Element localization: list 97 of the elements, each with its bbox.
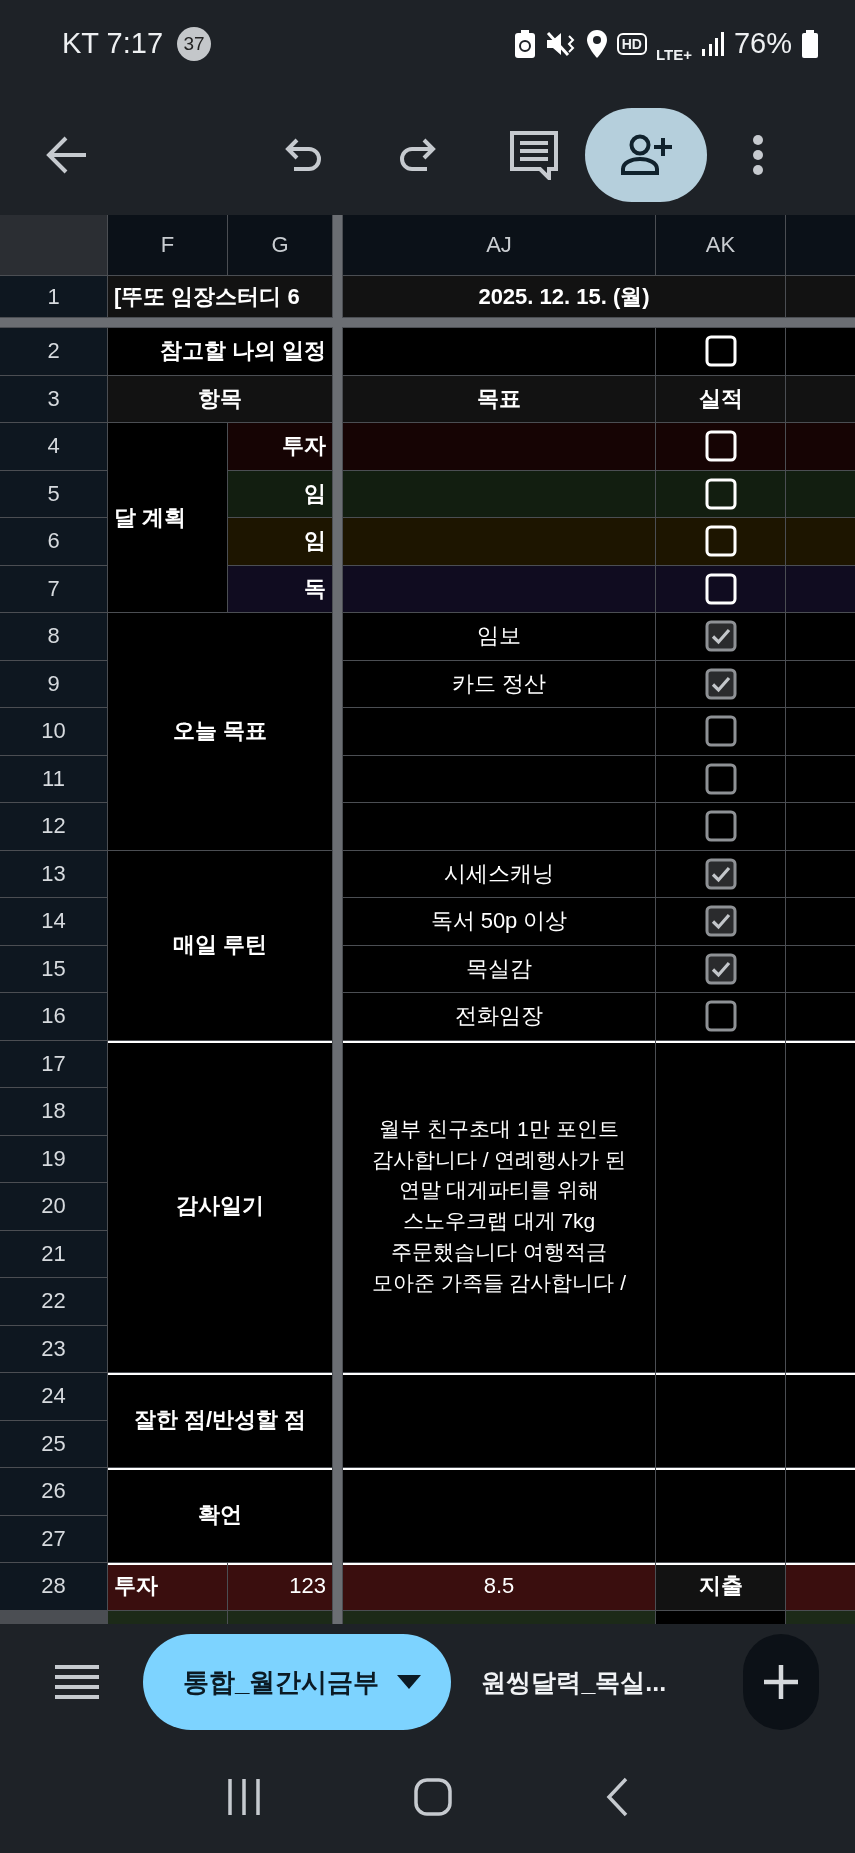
checkbox[interactable] [704, 952, 737, 985]
row-number[interactable]: 5 [0, 470, 107, 517]
sheet-list-button[interactable] [55, 1664, 99, 1700]
back-icon[interactable] [604, 1776, 629, 1817]
row-number[interactable]: 19 [0, 1135, 107, 1182]
plus-icon [764, 1665, 798, 1699]
row-number[interactable]: 15 [0, 945, 107, 992]
row-number[interactable]: 6 [0, 518, 107, 565]
table-cell: 달 계획 [108, 423, 227, 612]
table-cell: 확언 [108, 1468, 332, 1562]
table-cell: 전화임장 [343, 993, 655, 1040]
column-header[interactable]: AJ [343, 215, 655, 275]
row-number[interactable]: 16 [0, 993, 107, 1040]
journal-text: 월부 친구초대 1만 포인트 감사합니다 / 연례행사가 된 연말 대게파티를 위해 스노우크랩 대게 7kg 주문했습니다 여행적금 모아준 가족들 감사합니다 / [343, 1040, 655, 1372]
table-cell: 오늘 목표 [108, 613, 332, 850]
battery-percent: 76% [733, 27, 792, 60]
checkbox[interactable] [704, 715, 737, 748]
notification-count: 37 [177, 26, 212, 61]
checkbox[interactable] [704, 905, 737, 938]
back-arrow-icon [44, 135, 88, 175]
table-cell: 독서 50p 이상 [343, 898, 655, 945]
back-button[interactable] [44, 135, 88, 175]
column-header[interactable]: F [108, 215, 227, 275]
hd-indicator: HD [616, 32, 647, 55]
table-cell: 123 [228, 1563, 332, 1610]
row-number[interactable]: 14 [0, 898, 107, 945]
column-header[interactable]: G [228, 215, 332, 275]
row-number[interactable]: 9 [0, 660, 107, 707]
menu-icon [55, 1664, 99, 1700]
table-cell: 매일 루틴 [108, 850, 332, 1040]
table-cell: 임 [228, 518, 332, 565]
checkbox[interactable] [704, 810, 737, 843]
table-cell: 카드 정산 [343, 660, 655, 707]
checkbox[interactable] [704, 1000, 737, 1033]
row-number[interactable]: 28 [0, 1563, 107, 1610]
table-cell: 항목 [108, 375, 332, 422]
checkbox[interactable] [704, 620, 737, 653]
battery-saver-icon [513, 28, 536, 59]
row-number[interactable]: 17 [0, 1040, 107, 1087]
table-cell: 임보 [343, 613, 655, 660]
table-cell: 지출 [656, 1563, 785, 1610]
row-number[interactable]: 22 [0, 1278, 107, 1325]
row-number[interactable]: 4 [0, 423, 107, 470]
signal-icon [700, 30, 725, 57]
table-cell [786, 1563, 855, 1610]
row-number[interactable]: 10 [0, 708, 107, 755]
table-cell: 투자 [228, 423, 332, 470]
table-cell: 임 [228, 470, 332, 517]
network-type: LTE+ [655, 46, 692, 63]
comment-button[interactable] [509, 130, 559, 180]
row-number[interactable]: 26 [0, 1468, 107, 1515]
row-number[interactable]: 23 [0, 1325, 107, 1372]
table-cell: 목표 [343, 375, 655, 422]
row-number[interactable]: 18 [0, 1088, 107, 1135]
row-number[interactable]: 20 [0, 1183, 107, 1230]
row-number[interactable]: 7 [0, 565, 107, 612]
row-number[interactable]: 21 [0, 1230, 107, 1277]
row-number[interactable]: 2 [0, 328, 107, 375]
table-cell: [뚜또 임장스터디 6 [108, 276, 332, 317]
more-options-button[interactable] [751, 134, 765, 176]
row-number[interactable]: 24 [0, 1373, 107, 1420]
checkbox[interactable] [704, 762, 737, 795]
mute-icon [544, 29, 577, 58]
row-number[interactable]: 13 [0, 850, 107, 897]
battery-icon [801, 28, 819, 59]
row-number[interactable]: 27 [0, 1515, 107, 1562]
person-add-icon [620, 134, 672, 176]
row-number[interactable]: 8 [0, 613, 107, 660]
sheet-tab[interactable]: 원씽달력_목실... [475, 1664, 673, 1700]
location-icon [585, 28, 608, 59]
checkbox[interactable] [704, 667, 737, 700]
carrier-time: KT 7:17 [62, 27, 164, 60]
table-cell: 8.5 [343, 1563, 655, 1610]
row-number[interactable]: 11 [0, 755, 107, 802]
table-cell: 참고할 나의 일정 [108, 328, 332, 375]
recent-apps-icon[interactable] [226, 1776, 263, 1817]
column-header[interactable]: AK [656, 215, 785, 275]
comment-icon [509, 130, 559, 180]
table-cell: 목실감 [343, 945, 655, 992]
home-icon[interactable] [414, 1777, 453, 1816]
table-cell: 실적 [656, 375, 785, 422]
more-options-icon [751, 134, 765, 176]
table-cell: 잘한 점/반성할 점 [108, 1373, 332, 1467]
table-cell: 감사일기 [108, 1040, 332, 1372]
row-number[interactable]: 25 [0, 1420, 107, 1467]
table-cell: 2025. 12. 15. (월) [343, 276, 785, 317]
checkbox[interactable] [704, 857, 737, 890]
table-cell [786, 276, 855, 317]
table-cell: 투자 [108, 1563, 227, 1610]
sheet-tab[interactable]: 통합_월간시금부 [143, 1634, 452, 1730]
table-cell: 시세스캐닝 [343, 850, 655, 897]
caret-icon [397, 1675, 422, 1689]
row-number[interactable]: 1 [0, 276, 107, 317]
table-cell: 독 [228, 565, 332, 612]
row-number[interactable]: 12 [0, 803, 107, 850]
table-cell [786, 375, 855, 422]
row-number[interactable]: 3 [0, 375, 107, 422]
